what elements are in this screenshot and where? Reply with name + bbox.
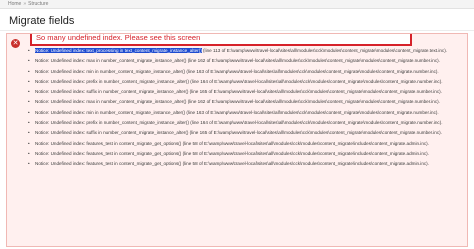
bullet-icon: •	[28, 68, 30, 74]
notice-item: • Notice: Undefined index: features_test …	[28, 151, 464, 157]
breadcrumb: Home» Structure	[8, 0, 48, 8]
bullet-icon: •	[28, 140, 30, 146]
notice-text: (line 113 of E:\wamp\www\travel-local\si…	[201, 48, 448, 53]
notice-text: Notice: Undefined index: min in number_c…	[35, 68, 439, 74]
annotation-callout: So many undefined index. Please see this…	[30, 33, 412, 46]
breadcrumb-home-link[interactable]: Home	[8, 1, 21, 7]
notice-item: • Notice: Undefined index: suffix in numb…	[28, 130, 464, 136]
bullet-icon: •	[28, 48, 30, 53]
notice-text: Notice: Undefined index: features_test i…	[35, 150, 429, 156]
notice-item: • Notice: Undefined index: suffix in numb…	[28, 89, 464, 95]
breadcrumb-separator: »	[23, 1, 27, 7]
bullet-icon: •	[28, 58, 30, 64]
breadcrumb-bar: Home» Structure	[0, 0, 474, 9]
notice-text: Notice: Undefined index: suffix in numbe…	[35, 130, 442, 136]
notice-text: Notice: Undefined index: max in number_c…	[35, 58, 440, 64]
bullet-icon: •	[28, 78, 30, 84]
notice-text: Notice: Undefined index: prefix in numbe…	[35, 78, 443, 84]
notice-item: • Notice: Undefined index: text_processin…	[28, 48, 464, 54]
notice-text: Notice: Undefined index: features_test i…	[35, 140, 429, 146]
notice-item: • Notice: Undefined index: prefix in numb…	[28, 120, 464, 126]
annotation-callout-text: So many undefined index. Please see this…	[36, 33, 201, 42]
bullet-icon: •	[28, 109, 30, 115]
notice-text: Notice: Undefined index: max in number_c…	[35, 99, 440, 105]
notice-text: Notice: Undefined index: prefix in numbe…	[35, 120, 443, 126]
notice-item: • Notice: Undefined index: features_test …	[28, 161, 464, 167]
notice-item: • Notice: Undefined index: features_test …	[28, 141, 464, 147]
bullet-icon: •	[28, 130, 30, 136]
notice-text: Notice: Undefined index: features_test i…	[35, 161, 429, 167]
title-divider	[0, 30, 474, 31]
bullet-icon: •	[28, 161, 30, 167]
bullet-icon: •	[28, 120, 30, 126]
error-messages: ✕ So many undefined index. Please see th…	[6, 33, 468, 247]
notice-item: • Notice: Undefined index: max in number_…	[28, 58, 464, 64]
notice-item: • Notice: Undefined index: prefix in numb…	[28, 79, 464, 85]
notice-list: • Notice: Undefined index: text_processin…	[28, 48, 464, 172]
bullet-icon: •	[28, 150, 30, 156]
bullet-icon: •	[28, 89, 30, 95]
notice-item: • Notice: Undefined index: max in number_…	[28, 99, 464, 105]
breadcrumb-structure-link[interactable]: Structure	[28, 1, 48, 7]
page-title: Migrate fields	[9, 15, 75, 27]
notice-item: • Notice: Undefined index: min in number_…	[28, 110, 464, 116]
highlighted-notice-text: Notice: Undefined index: text_processing…	[35, 48, 202, 53]
notice-text: Notice: Undefined index: min in number_c…	[35, 109, 439, 115]
notice-item: • Notice: Undefined index: min in number_…	[28, 69, 464, 75]
bullet-icon: •	[28, 99, 30, 105]
notice-text: Notice: Undefined index: suffix in numbe…	[35, 89, 442, 95]
error-icon: ✕	[11, 39, 20, 48]
